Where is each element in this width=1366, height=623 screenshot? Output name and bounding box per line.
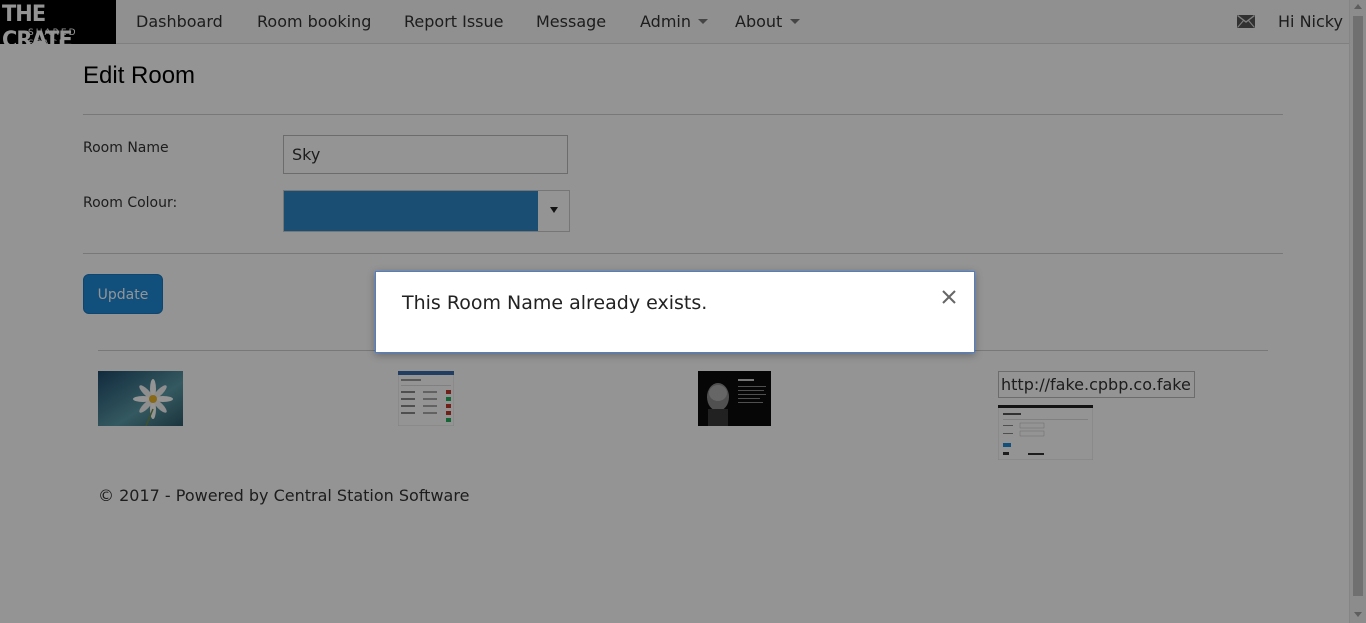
close-icon[interactable] xyxy=(940,288,958,306)
error-message: This Room Name already exists. xyxy=(402,292,708,314)
error-dialog: This Room Name already exists. xyxy=(375,271,975,353)
